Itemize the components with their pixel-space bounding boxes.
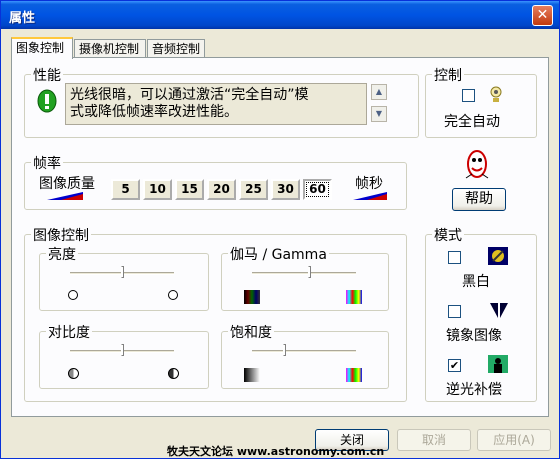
fps-button-60[interactable]: 60 <box>303 179 332 200</box>
performance-message-line1: 光线很暗，可以通过激活“完全自动”模 <box>70 87 309 103</box>
image-control-group: 图像控制 亮度 伽马 / Gamma 对比度 饱和度 <box>24 225 407 402</box>
backlight-mode-icon <box>488 355 508 373</box>
auto-camera-icon <box>490 86 502 102</box>
tab-panel: 性能 光线很暗，可以通过激活“完全自动”模 式或降低帧速率改进性能。 ▲ ▼ 控… <box>11 57 549 417</box>
properties-dialog: 属性 ✕ 图象控制 摄像机控制 音频控制 性能 光线很暗，可以通过激活“完全自动… <box>0 0 560 459</box>
performance-label: 性能 <box>31 65 63 85</box>
dim-circle-icon <box>68 290 78 300</box>
tab-image-control[interactable]: 图象控制 <box>11 37 73 59</box>
title-bar[interactable]: 属性 ✕ <box>1 1 559 29</box>
warning-bulb-icon <box>37 89 57 113</box>
high-contrast-icon <box>168 368 179 379</box>
brightness-slider-thumb[interactable] <box>121 266 124 278</box>
tab-camera-control[interactable]: 摄像机控制 <box>74 39 146 58</box>
backlight-checkbox[interactable]: ✔ <box>448 359 461 372</box>
performance-group: 性能 光线很暗，可以通过激活“完全自动”模 式或降低帧速率改进性能。 ▲ ▼ <box>24 65 419 138</box>
gamma-group: 伽马 / Gamma <box>221 244 389 311</box>
high-saturation-colorbar-icon <box>346 368 362 382</box>
quality-scale-icon <box>47 192 83 200</box>
mirror-mode-icon <box>490 303 508 318</box>
backlight-label: 逆光补偿 <box>446 382 502 398</box>
scroll-down-arrow-icon[interactable]: ▼ <box>371 106 387 122</box>
control-group: 控制 完全自动 <box>425 65 537 138</box>
fps-button-25[interactable]: 25 <box>239 179 268 200</box>
image-quality-label: 图像质量 <box>39 176 95 192</box>
fps-button-5[interactable]: 5 <box>111 179 140 200</box>
full-auto-label: 完全自动 <box>444 114 500 130</box>
bright-circle-icon <box>168 290 178 300</box>
scroll-up-arrow-icon[interactable]: ▲ <box>371 84 387 100</box>
saturation-label: 饱和度 <box>228 322 274 342</box>
close-window-button[interactable]: ✕ <box>532 5 553 26</box>
mascot-logo-icon <box>465 150 489 179</box>
fps-button-30[interactable]: 30 <box>271 179 300 200</box>
fps-scale-icon <box>353 192 387 200</box>
window-title: 属性 <box>9 11 36 26</box>
framerate-group: 帧率 图像质量 5 10 15 20 25 30 60 帧秒 <box>24 153 407 210</box>
contrast-label: 对比度 <box>46 322 92 342</box>
high-gamma-colorbar-icon <box>346 290 362 304</box>
mode-label: 模式 <box>432 225 464 245</box>
watermark-text: 牧夫天文论坛 www.astronomy.com.cn <box>167 445 385 458</box>
contrast-slider-thumb[interactable] <box>121 344 124 356</box>
mirror-checkbox[interactable] <box>448 305 461 318</box>
gamma-slider[interactable] <box>252 272 356 275</box>
bw-mode-icon <box>488 247 508 265</box>
tab-audio-control[interactable]: 音频控制 <box>147 39 205 58</box>
saturation-group: 饱和度 <box>221 322 389 389</box>
contrast-group: 对比度 <box>39 322 209 389</box>
bw-checkbox[interactable] <box>448 251 461 264</box>
brightness-group: 亮度 <box>39 244 209 311</box>
saturation-slider[interactable] <box>252 350 356 353</box>
control-label: 控制 <box>432 65 464 85</box>
low-contrast-icon <box>68 368 79 379</box>
fps-unit-label: 帧秒 <box>355 176 383 192</box>
low-saturation-colorbar-icon <box>244 368 260 382</box>
fps-button-15[interactable]: 15 <box>175 179 204 200</box>
image-control-label: 图像控制 <box>31 225 91 245</box>
gamma-slider-thumb[interactable] <box>308 266 311 278</box>
cancel-button[interactable]: 取消 <box>397 429 471 451</box>
low-gamma-colorbar-icon <box>244 290 260 304</box>
help-button[interactable]: 帮助 <box>452 188 506 211</box>
performance-message-line2: 式或降低帧速率改进性能。 <box>70 104 238 120</box>
brightness-label: 亮度 <box>46 244 78 264</box>
full-auto-checkbox[interactable] <box>462 89 475 102</box>
gamma-label: 伽马 / Gamma <box>228 244 329 264</box>
mirror-label: 镜象图像 <box>446 328 502 344</box>
performance-message: 光线很暗，可以通过激活“完全自动”模 式或降低帧速率改进性能。 <box>65 83 367 125</box>
bw-label: 黑白 <box>462 274 490 290</box>
fps-button-row: 5 10 15 20 25 30 60 <box>111 179 335 200</box>
apply-button[interactable]: 应用(A) <box>477 429 551 451</box>
mode-group: 模式 黑白 镜象图像 ✔ 逆光补偿 <box>425 225 537 402</box>
saturation-slider-thumb[interactable] <box>283 344 286 356</box>
fps-button-20[interactable]: 20 <box>207 179 236 200</box>
fps-button-10[interactable]: 10 <box>143 179 172 200</box>
framerate-label: 帧率 <box>31 153 63 173</box>
